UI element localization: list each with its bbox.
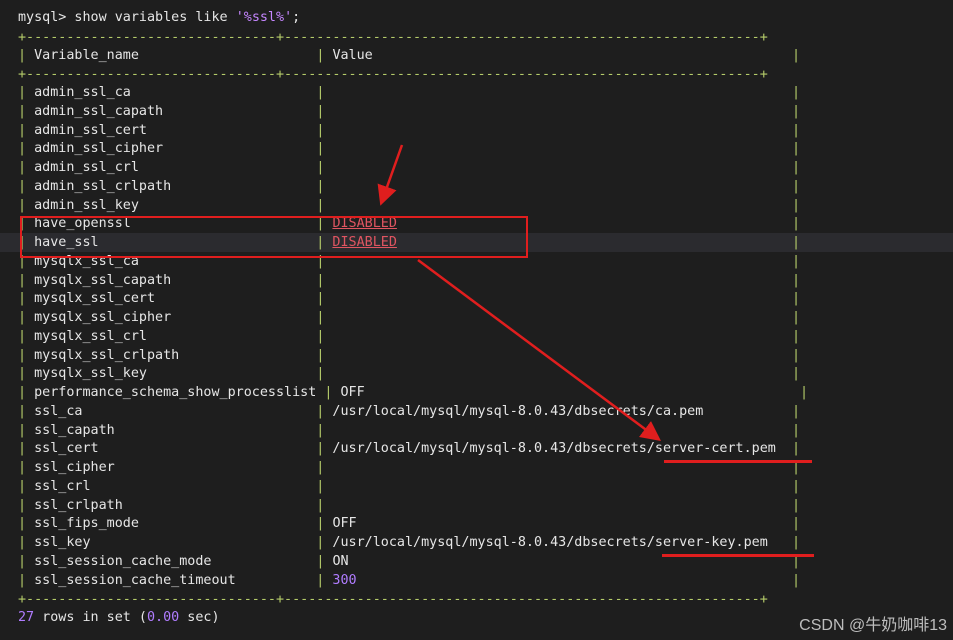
table-header-row: | Variable_name | Value |: [18, 48, 801, 63]
variable-name-cell: admin_ssl_cert: [34, 122, 147, 138]
variable-name-cell: mysqlx_ssl_crlpath: [34, 347, 180, 363]
value-cell: /usr/local/mysql/mysql-8.0.43/dbsecrets/…: [332, 403, 704, 419]
table-border-bottom: +-------------------------------+-------…: [18, 592, 768, 607]
table-row: | admin_ssl_crlpath | |: [18, 178, 801, 194]
summary-text: rows in set (: [34, 610, 147, 625]
variable-name-cell: ssl_crl: [34, 478, 91, 494]
variable-name-cell: ssl_crlpath: [34, 497, 123, 513]
column-header-value: Value: [332, 48, 373, 63]
underline-mark-cert: [664, 460, 812, 463]
mysql-prompt: mysql>: [18, 10, 67, 25]
table-row: | performance_schema_show_processlist | …: [18, 385, 809, 400]
variable-name-cell: ssl_key: [34, 535, 91, 550]
variable-name-cell: ssl_cert: [34, 441, 99, 457]
variable-name-cell: ssl_capath: [34, 422, 115, 438]
value-cell: OFF: [340, 385, 365, 400]
variable-name-cell: mysqlx_ssl_cipher: [34, 310, 172, 325]
variable-name-cell: mysqlx_ssl_crl: [34, 328, 147, 344]
table-row: | mysqlx_ssl_crl | |: [18, 328, 801, 344]
table-row: | ssl_session_cache_timeout | 300 |: [18, 572, 801, 588]
table-row: | ssl_ca | /usr/local/mysql/mysql-8.0.43…: [18, 403, 801, 419]
table-row: | ssl_fips_mode | OFF |: [18, 516, 801, 532]
variable-name-cell: ssl_session_cache_timeout: [34, 572, 236, 588]
sql-quote-open: ': [235, 10, 244, 25]
table-row: | ssl_crlpath | |: [18, 497, 801, 513]
table-row: | admin_ssl_cert | |: [18, 122, 801, 138]
underline-mark-key: [662, 554, 814, 557]
variable-name-cell: ssl_session_cache_mode: [34, 553, 212, 569]
query-time: 0.00: [147, 610, 180, 625]
table-row: | mysqlx_ssl_crlpath | |: [18, 347, 801, 363]
summary-text-end: sec): [179, 610, 220, 625]
column-header-variable-name: Variable_name: [34, 48, 139, 63]
variable-name-cell: admin_ssl_key: [34, 197, 139, 213]
table-row: | admin_ssl_crl | |: [18, 160, 801, 175]
variable-name-cell: admin_ssl_capath: [34, 103, 164, 119]
sql-wildcard: %: [243, 10, 252, 25]
table-row: | ssl_key | /usr/local/mysql/mysql-8.0.4…: [18, 535, 801, 550]
table-row: | ssl_crl | |: [18, 478, 801, 494]
table-border-header: +-------------------------------+-------…: [18, 67, 768, 82]
highlight-box: [20, 216, 528, 258]
table-row: | admin_ssl_ca | |: [18, 85, 801, 100]
table-row: | mysqlx_ssl_capath | |: [18, 272, 801, 288]
table-row: | ssl_capath | |: [18, 422, 801, 438]
table-row: | admin_ssl_cipher | |: [18, 141, 801, 157]
terminal-window: mysql> show variables like '%ssl%'; +---…: [0, 0, 953, 640]
variable-name-cell: ssl_fips_mode: [34, 516, 139, 532]
sql-text: show variables like: [66, 10, 236, 25]
table-border-top: +-------------------------------+-------…: [18, 30, 768, 45]
variable-name-cell: admin_ssl_crl: [34, 160, 139, 175]
value-cell: OFF: [332, 516, 357, 532]
value-cell: ON: [332, 553, 349, 569]
variable-name-cell: ssl_cipher: [34, 460, 115, 475]
table-row: | admin_ssl_key | |: [18, 197, 801, 213]
variable-name-cell: performance_schema_show_processlist: [34, 385, 317, 400]
value-cell: 300: [332, 572, 357, 588]
command-line: mysql> show variables like '%ssl%';: [18, 8, 300, 27]
table-row: | mysqlx_ssl_key | |: [18, 366, 801, 382]
variable-name-cell: mysqlx_ssl_key: [34, 366, 147, 382]
variable-name-cell: ssl_ca: [34, 403, 83, 419]
result-summary: 27 rows in set (0.00 sec): [18, 608, 220, 627]
watermark: CSDN @牛奶咖啡13: [799, 617, 947, 634]
variable-name-cell: admin_ssl_cipher: [34, 141, 164, 157]
sql-terminator: ;: [292, 10, 301, 25]
sql-pattern: ssl: [251, 10, 276, 25]
variable-name-cell: admin_ssl_ca: [34, 85, 131, 100]
row-count: 27: [18, 610, 35, 625]
table-row: | ssl_cert | /usr/local/mysql/mysql-8.0.…: [18, 441, 801, 457]
table-row: | mysqlx_ssl_cert | |: [18, 291, 801, 307]
variable-name-cell: mysqlx_ssl_capath: [34, 272, 172, 288]
table-row: | admin_ssl_capath | |: [18, 103, 801, 119]
sql-quote-close: ': [284, 10, 293, 25]
table-row: | mysqlx_ssl_cipher | |: [18, 310, 801, 325]
value-cell: /usr/local/mysql/mysql-8.0.43/dbsecrets/…: [332, 441, 776, 457]
value-cell: /usr/local/mysql/mysql-8.0.43/dbsecrets/…: [332, 535, 768, 550]
variable-name-cell: mysqlx_ssl_cert: [34, 291, 156, 307]
variable-name-cell: admin_ssl_crlpath: [34, 178, 172, 194]
sql-wildcard: %: [276, 10, 285, 25]
